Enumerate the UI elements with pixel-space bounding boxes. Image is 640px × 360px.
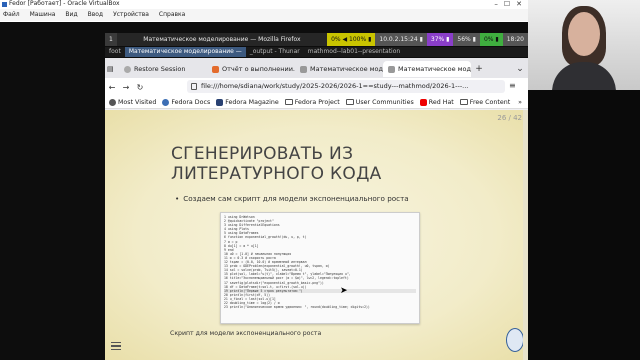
guest-taskbar: foot Математическое моделирование — _out… (105, 47, 528, 57)
webcam-person-face (568, 12, 600, 56)
bookmark-free-content[interactable]: Free Content (459, 98, 511, 106)
bookmark-user-communities[interactable]: User Communities (345, 98, 414, 106)
bookmark-label: Fedora Docs (171, 98, 211, 106)
code-line: 23 println("Аналитическое время удвоения… (224, 305, 370, 310)
tab-strip: ▤ Restore Session Отчёт о выполнении... … (105, 58, 528, 78)
task-thunar[interactable]: _output - Thunar (246, 47, 304, 57)
file-icon (191, 83, 197, 90)
presentation-slide: 26 / 42 СГЕНЕРИРОВАТЬ ИЗ ЛИТЕРАТУРНОГО К… (105, 110, 528, 360)
tab-mathmod-active[interactable]: Математическое модел... × (383, 61, 471, 77)
bookmark-label: Most Visited (118, 98, 157, 106)
slide-bullet: Создаем сам скрипт для модели экспоненци… (175, 194, 408, 203)
extensions-icon[interactable]: ≡ (509, 81, 516, 90)
workspace-indicator[interactable]: 1 (105, 33, 117, 46)
firefox-window: ▤ Restore Session Отчёт о выполнении... … (105, 58, 528, 360)
doc-favicon (388, 65, 395, 73)
tab-overview-icon: ▤ (107, 65, 114, 73)
bookmark-red-hat[interactable]: Red Hat (419, 98, 454, 106)
tab-overview-button[interactable]: ▤ (105, 61, 119, 77)
scrollbar[interactable] (523, 110, 528, 360)
tab-label: Отчёт о выполнении... (222, 65, 295, 73)
vbox-window-controls: – ☐ ✕ (494, 0, 522, 8)
doc-favicon (300, 65, 307, 73)
bookmark-label: User Communities (355, 98, 414, 106)
back-button[interactable]: ← (105, 83, 119, 92)
bookmark-label: Fedora Magazine (225, 98, 279, 106)
url-text: file:///home/sdiana/work/study/2025-2026… (201, 82, 469, 90)
university-logo-icon (506, 328, 524, 352)
maximize-button[interactable]: ☐ (504, 0, 510, 8)
slide-counter: 26 / 42 (497, 114, 522, 122)
slide-title: СГЕНЕРИРОВАТЬ ИЗ ЛИТЕРАТУРНОГО КОДА (171, 144, 382, 184)
reload-button[interactable]: ↻ (133, 83, 147, 92)
menu-help[interactable]: Справка (159, 9, 185, 21)
fedora-icon (162, 98, 170, 106)
task-presentation[interactable]: mathmod--lab01--presentation (304, 47, 404, 57)
folder-icon (345, 99, 354, 105)
tab-label: Математическое модел... (310, 65, 383, 73)
bookmark-fedora-docs[interactable]: Fedora Docs (162, 98, 211, 106)
network-indicator[interactable]: 10.0.2.15:24 ▮ (375, 33, 427, 46)
vbox-window-title: Fedor [Работает] - Oracle VirtualBox (9, 0, 120, 7)
volume-indicator[interactable]: 0% ◀ 100% ▮ (327, 33, 376, 46)
tab-report[interactable]: Отчёт о выполнении... (207, 61, 295, 77)
tab-restore-session[interactable]: Restore Session (119, 61, 207, 77)
menu-input[interactable]: Ввод (88, 9, 103, 21)
restore-session-favicon (124, 65, 131, 73)
minimize-button[interactable]: – (494, 0, 498, 8)
menu-file[interactable]: Файл (3, 9, 20, 21)
right-dark-area (528, 90, 640, 360)
figure-caption: Скрипт для модели экспоненциального рост… (170, 330, 322, 337)
close-button[interactable]: ✕ (516, 0, 522, 8)
bookmark-label: Free Content (469, 98, 511, 106)
battery-indicator[interactable]: 0% ▮ (479, 33, 503, 46)
webcam-overlay (528, 0, 640, 90)
focused-window-title: Математическое моделирование — Mozilla F… (143, 36, 301, 43)
guest-status-bar: 1 Математическое моделирование — Mozilla… (105, 33, 528, 46)
folder-icon (284, 99, 293, 105)
bookmarks-toolbar: Most Visited Fedora Docs Fedora Magazine… (105, 96, 528, 109)
report-favicon (212, 65, 219, 73)
bookmark-fedora-magazine[interactable]: Fedora Magazine (216, 98, 279, 106)
menu-view[interactable]: Вид (65, 9, 77, 21)
memory-indicator[interactable]: 56% ▮ (453, 33, 480, 46)
vbox-app-icon (2, 1, 7, 7)
tab-label: Restore Session (134, 65, 186, 73)
task-firefox[interactable]: Математическое моделирование — (124, 47, 246, 57)
url-bar[interactable]: file:///home/sdiana/work/study/2025-2026… (187, 80, 505, 93)
magazine-icon (216, 98, 224, 106)
clock: 18:20 (502, 33, 528, 46)
tab-label: Математическое модел... (398, 65, 471, 73)
slide-menu-icon[interactable] (111, 342, 121, 350)
tab-mathmod-1[interactable]: Математическое модел... (295, 61, 383, 77)
redhat-icon (419, 98, 427, 106)
bookmark-most-visited[interactable]: Most Visited (109, 98, 157, 106)
gear-icon (109, 98, 116, 106)
mouse-cursor-icon: ➤ (340, 286, 348, 296)
bookmark-label: Red Hat (428, 98, 454, 106)
bookmarks-more-button[interactable]: » (518, 99, 522, 106)
list-tabs-button[interactable]: ⌄ (512, 61, 528, 77)
cpu-indicator[interactable]: 37% ▮ (426, 33, 454, 46)
task-foot[interactable]: foot (105, 47, 125, 57)
webcam-person-body (552, 62, 616, 90)
bookmark-label: Fedora Project (294, 98, 340, 106)
new-tab-button[interactable]: + (471, 61, 487, 77)
code-screenshot: 1 using DrWatson 2 @quickactivate "projec… (220, 212, 420, 324)
forward-button[interactable]: → (119, 83, 133, 92)
menu-devices[interactable]: Устройства (113, 9, 149, 21)
vbox-menubar: Файл Машина Вид Ввод Устройства Справка (0, 9, 528, 21)
menu-machine[interactable]: Машина (30, 9, 56, 21)
folder-icon (459, 99, 468, 105)
bookmark-fedora-project[interactable]: Fedora Project (284, 98, 340, 106)
